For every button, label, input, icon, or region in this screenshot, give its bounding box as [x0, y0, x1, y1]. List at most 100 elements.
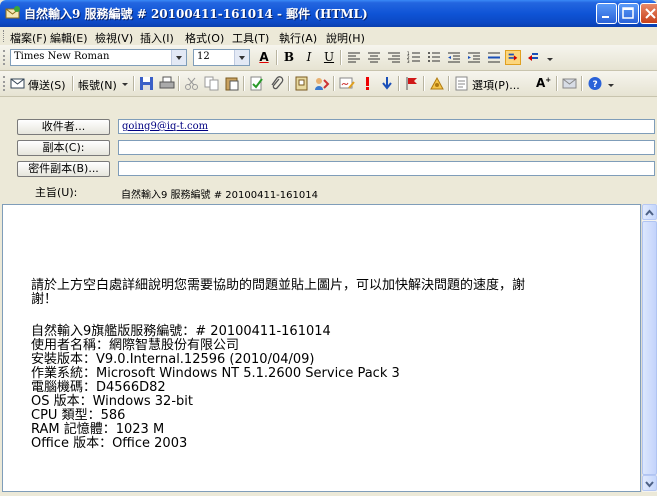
- attach-file-icon[interactable]: [269, 76, 285, 91]
- font-color-button[interactable]: A: [255, 49, 273, 66]
- menu-help[interactable]: 說明(H): [326, 30, 365, 46]
- send-icon: [10, 78, 25, 89]
- options-icon: [455, 76, 468, 91]
- save-icon[interactable]: [139, 76, 155, 91]
- rtl-direction-icon[interactable]: [525, 50, 541, 65]
- toolbar-options-icon[interactable]: [606, 76, 616, 91]
- cut-icon[interactable]: [184, 76, 200, 91]
- high-importance-icon[interactable]: [359, 76, 375, 91]
- standard-toolbar: 傳送(S) 帳號(N) 選項(P)... A+ ?: [0, 71, 657, 97]
- toolbar-grip[interactable]: [3, 76, 7, 91]
- toolbar-separator: [178, 76, 180, 91]
- ltr-direction-icon[interactable]: [505, 50, 521, 65]
- toolbar-separator: [243, 76, 245, 91]
- instruction-line: 請於上方空白處詳細說明您需要協助的問題並貼上圖片，可以加快解決問題的速度，謝: [31, 278, 526, 293]
- bcc-field[interactable]: [118, 161, 655, 176]
- horizontal-line-icon[interactable]: [486, 50, 502, 65]
- font-grow-button[interactable]: A+: [536, 76, 551, 90]
- user-name-line: 使用者名稱：網際智慧股份有限公司: [31, 338, 240, 353]
- to-field[interactable]: going9@iq-t.com: [118, 119, 655, 134]
- toolbar-grip[interactable]: [3, 50, 7, 65]
- menu-bar: 檔案(F) 編輯(E) 檢視(V) 插入(I) 格式(O) 工具(T) 執行(A…: [0, 27, 657, 45]
- close-button[interactable]: [640, 3, 657, 24]
- chevron-down-icon: [645, 481, 654, 488]
- options-button[interactable]: 選項(P)...: [472, 77, 520, 93]
- mail-window-icon: [5, 6, 20, 19]
- chevron-down-icon: [171, 50, 186, 65]
- menu-actions[interactable]: 執行(A): [279, 30, 317, 46]
- bullet-list-icon[interactable]: [426, 50, 442, 65]
- increase-indent-icon[interactable]: [466, 50, 482, 65]
- signature-icon[interactable]: [339, 76, 355, 91]
- font-name-value: Times New Roman: [14, 51, 110, 62]
- cc-button[interactable]: 副本(C):: [17, 140, 110, 156]
- send-button[interactable]: 傳送(S): [28, 77, 66, 93]
- follow-up-flag-icon[interactable]: [404, 76, 420, 91]
- align-right-icon[interactable]: [386, 50, 402, 65]
- message-body[interactable]: 請於上方空白處詳細說明您需要協助的問題並貼上圖片，可以加快解決問題的速度，謝 謝…: [2, 204, 641, 492]
- help-icon[interactable]: ?: [587, 76, 603, 91]
- align-left-icon[interactable]: [346, 50, 362, 65]
- toolbar-separator: [133, 76, 135, 91]
- chevron-down-icon: [234, 50, 249, 65]
- underline-button[interactable]: U: [322, 49, 336, 66]
- window-title: 自然輸入9 服務編號 # 20100411-161014 - 郵件 (HTML): [24, 7, 368, 21]
- os-line: 作業系統：Microsoft Windows NT 5.1.2600 Servi…: [31, 366, 400, 381]
- italic-button[interactable]: I: [302, 49, 316, 66]
- font-size-value: 12: [197, 51, 210, 62]
- subject-field[interactable]: 自然輸入9 服務編號 # 20100411-161014: [121, 186, 318, 201]
- menu-view[interactable]: 檢視(V): [95, 30, 133, 46]
- toolbar-separator: [72, 76, 74, 91]
- toolbar-options-icon[interactable]: [545, 50, 555, 65]
- font-size-select[interactable]: 12: [193, 49, 250, 66]
- menu-format[interactable]: 格式(O): [185, 30, 224, 46]
- font-color-icon: A: [259, 50, 269, 64]
- machine-code-line: 電腦機碼：D4566D82: [31, 380, 166, 395]
- cpu-type-line: CPU 類型：586: [31, 408, 126, 423]
- decrease-indent-icon[interactable]: [446, 50, 462, 65]
- menu-file[interactable]: 檔案(F): [10, 30, 47, 46]
- permission-icon[interactable]: [429, 76, 445, 91]
- menubar-grip[interactable]: [3, 30, 6, 42]
- cc-field[interactable]: [118, 140, 655, 155]
- title-bar[interactable]: 自然輸入9 服務編號 # 20100411-161014 - 郵件 (HTML): [0, 0, 657, 27]
- menu-insert[interactable]: 插入(I): [140, 30, 174, 46]
- print-icon[interactable]: [159, 76, 175, 91]
- scroll-down-button[interactable]: [642, 475, 657, 491]
- paste-icon[interactable]: [224, 76, 240, 91]
- envelope-icon[interactable]: [562, 76, 578, 91]
- copy-icon[interactable]: [204, 76, 220, 91]
- formatting-toolbar: Times New Roman 12 A B I U 123: [0, 45, 657, 71]
- accounts-button[interactable]: 帳號(N): [78, 77, 117, 93]
- os-version-line: OS 版本：Windows 32-bit: [31, 394, 193, 409]
- check-names-icon[interactable]: [249, 76, 265, 91]
- toolbar-separator: [288, 76, 290, 91]
- minimize-button[interactable]: [596, 3, 617, 24]
- message-header-area: 收件者... going9@iq-t.com 副本(C): 密件副本(B)...…: [0, 97, 657, 207]
- font-name-select[interactable]: Times New Roman: [10, 49, 187, 66]
- ram-line: RAM 記憶體：1023 M: [31, 422, 165, 437]
- toolbar-separator: [556, 76, 558, 91]
- low-importance-icon[interactable]: [379, 76, 395, 91]
- maximize-icon: [622, 7, 634, 19]
- scroll-thumb[interactable]: [642, 221, 657, 475]
- check-names-people-icon[interactable]: [314, 76, 330, 91]
- toolbar-separator: [333, 76, 335, 91]
- to-button[interactable]: 收件者...: [17, 119, 110, 135]
- bold-button[interactable]: B: [282, 49, 296, 66]
- vertical-scrollbar[interactable]: [641, 204, 657, 492]
- minimize-icon: [602, 16, 609, 18]
- address-book-icon[interactable]: [294, 76, 310, 91]
- menu-tools[interactable]: 工具(T): [232, 30, 269, 46]
- align-center-icon[interactable]: [366, 50, 382, 65]
- close-icon: [645, 8, 656, 19]
- bcc-button[interactable]: 密件副本(B)...: [17, 161, 110, 177]
- numbered-list-icon[interactable]: 123: [406, 50, 422, 65]
- subject-label: 主旨(U):: [35, 186, 78, 199]
- menu-edit[interactable]: 編輯(E): [50, 30, 88, 46]
- scroll-up-button[interactable]: [642, 204, 657, 220]
- office-version-line: Office 版本：Office 2003: [31, 436, 188, 451]
- maximize-button[interactable]: [618, 3, 639, 24]
- chevron-down-icon[interactable]: [121, 76, 129, 91]
- instruction-line: 謝！: [31, 292, 58, 307]
